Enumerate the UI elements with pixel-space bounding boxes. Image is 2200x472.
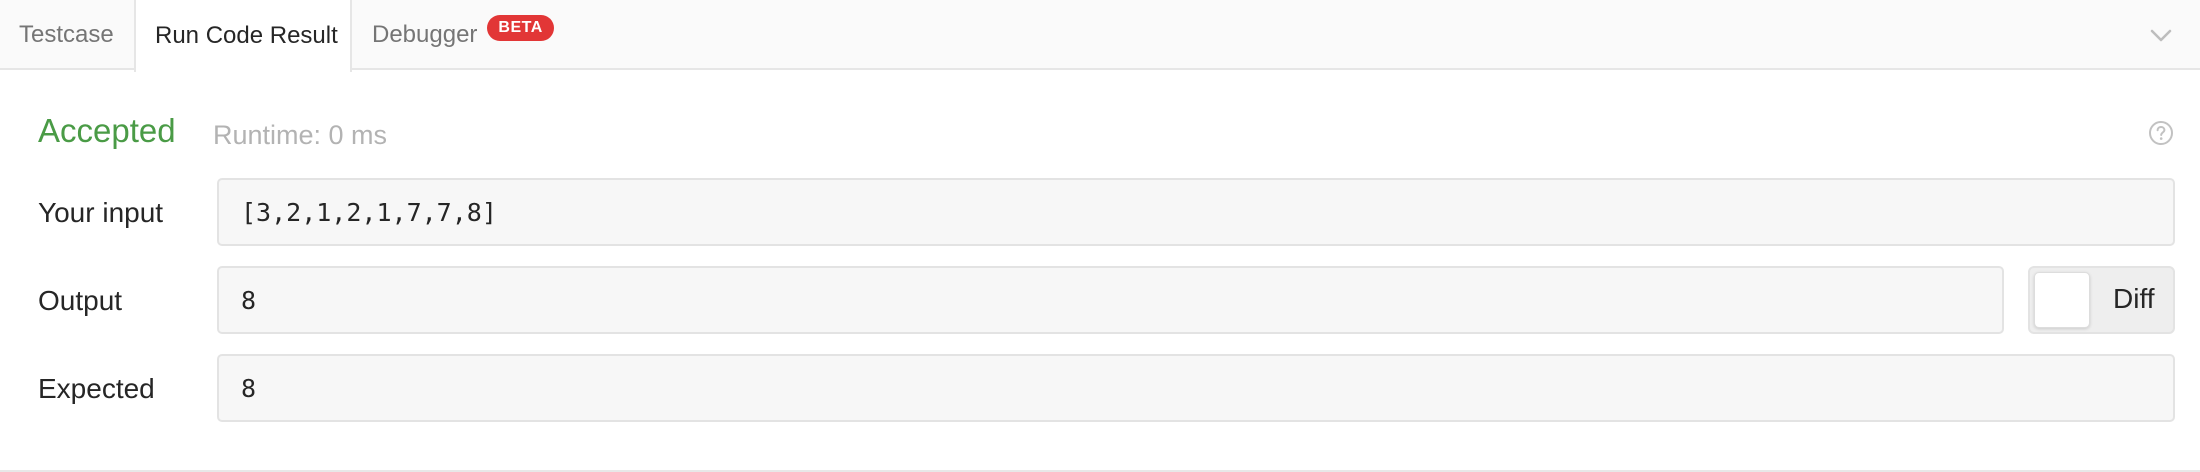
- diff-toggle[interactable]: Diff: [2028, 266, 2175, 334]
- expected-field[interactable]: 8: [217, 354, 2175, 422]
- tab-debugger-label: Debugger: [372, 21, 478, 48]
- run-result-panel: Testcase Run Code Result Debugger BETA A…: [0, 0, 2200, 472]
- diff-label: Diff: [2113, 283, 2155, 314]
- expected-label: Expected: [38, 373, 155, 404]
- diff-toggle-knob[interactable]: [2034, 272, 2090, 328]
- output-field[interactable]: 8: [217, 266, 2004, 334]
- output-label: Output: [38, 285, 123, 316]
- tab-run-code-result-label: Run Code Result: [155, 22, 338, 49]
- question-circle-icon[interactable]: [2148, 120, 2174, 146]
- chevron-down-icon[interactable]: [2146, 20, 2176, 50]
- tab-testcase-label: Testcase: [19, 21, 114, 48]
- runtime-text: Runtime: 0 ms: [213, 120, 388, 150]
- tab-debugger[interactable]: Debugger BETA: [352, 0, 562, 70]
- tab-testcase[interactable]: Testcase: [0, 0, 134, 70]
- tab-bar: Testcase Run Code Result Debugger BETA: [0, 0, 2200, 72]
- beta-badge: BETA: [487, 15, 554, 41]
- your-input-field[interactable]: [3,2,1,2,1,7,7,8]: [217, 178, 2175, 246]
- your-input-label: Your input: [38, 197, 164, 228]
- tab-run-code-result[interactable]: Run Code Result: [134, 0, 352, 72]
- result-status: Accepted: [38, 112, 176, 149]
